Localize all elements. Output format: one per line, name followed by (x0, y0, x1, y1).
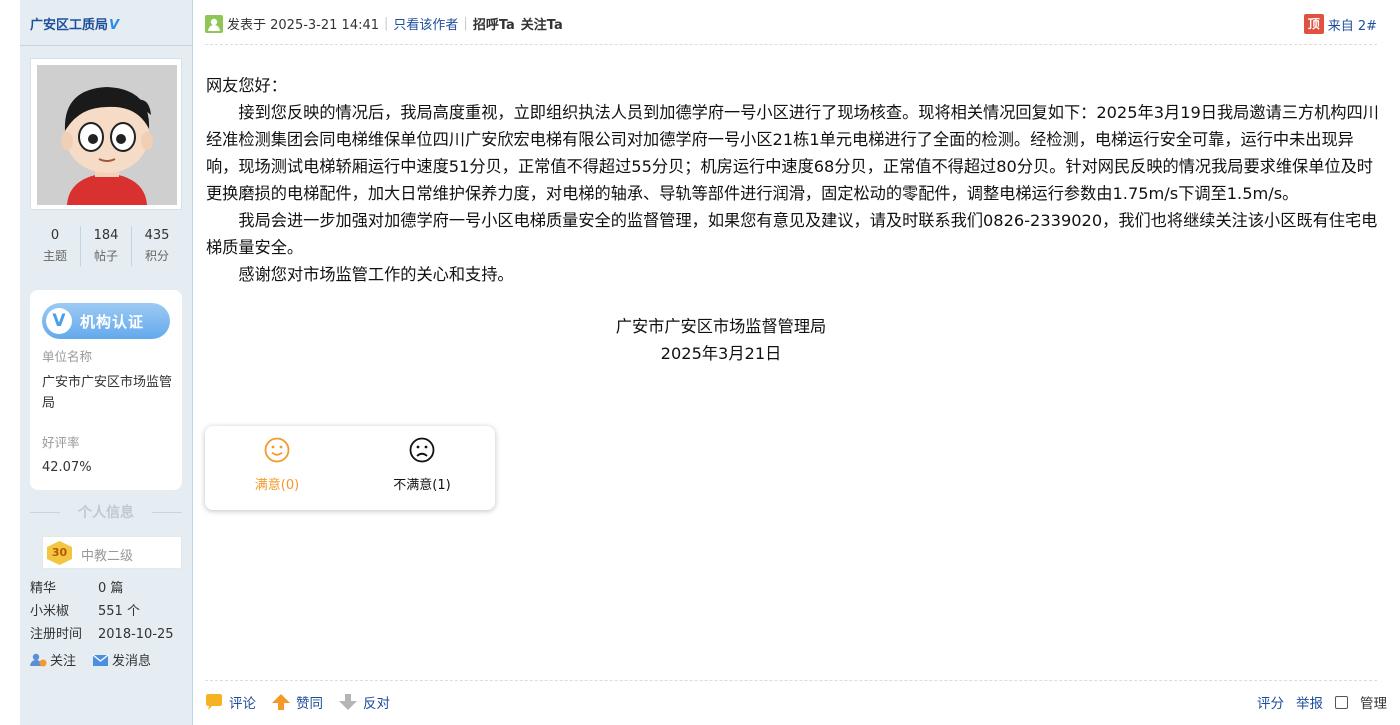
avatar[interactable] (37, 65, 177, 205)
info-key: 小米椒 (30, 604, 70, 619)
smile-icon (264, 437, 290, 463)
author-name[interactable]: 广安区工质局V (30, 14, 119, 33)
author-sidebar: 广安区工质局V 0 主题 184 帖子 435 积分 V 机构认证 单位名称 广… (20, 0, 193, 725)
downvote-button[interactable]: 反对 (339, 692, 390, 712)
floor-number[interactable]: 来自 2# (1328, 15, 1377, 34)
post-actions: 评论 赞同 反对 (205, 692, 390, 712)
stat-points[interactable]: 435 积分 (131, 226, 182, 266)
message-label: 发消息 (112, 654, 152, 669)
rating-value: 42.07% (42, 460, 92, 475)
certification-card: V 机构认证 单位名称 广安市广安区市场监管局 好评率 42.07% (30, 290, 182, 490)
separator: | (463, 16, 468, 31)
divider (205, 44, 1377, 45)
dissatisfied-button[interactable]: 不满意(1) (362, 436, 482, 493)
rating-label: 好评率 (42, 435, 80, 450)
post-content: 网友您好： 接到您反映的情况后，我局高度重视，立即组织执法人员到加德学府一号小区… (206, 72, 1386, 367)
personal-info-heading: 个人信息 (30, 502, 182, 522)
stat-label: 积分 (144, 249, 169, 263)
rate-link[interactable]: 评分 (1257, 692, 1284, 712)
info-value: 551 个 (98, 604, 140, 619)
signature-date: 2025年3月21日 (660, 344, 782, 363)
satisfaction-rating: 满意(0) 不满意(1) (205, 426, 495, 510)
avatar-cartoon-icon (37, 65, 177, 205)
separator: | (384, 16, 389, 31)
org-certified-badge: V 机构认证 (42, 303, 170, 339)
reply-paragraph-2: 我局会进一步加强对加德学府一号小区电梯质量安全的监督管理，如果您有意见及建议，请… (206, 211, 1378, 257)
downvote-label: 反对 (363, 696, 390, 712)
reply-paragraph-3: 感谢您对市场监管工作的关心和支持。 (238, 265, 514, 284)
only-author-link[interactable]: 只看该作者 (393, 14, 458, 33)
manage-label: 管理 (1360, 696, 1387, 712)
info-value: 2018-10-25 (98, 627, 174, 642)
divider (205, 680, 1377, 681)
verified-icon: V (109, 18, 120, 33)
author-actions: 关注 发消息 (30, 650, 151, 669)
post-tools: 评分 举报 管理 (1257, 692, 1387, 712)
follow-label: 关注 (50, 654, 77, 669)
avatar-frame[interactable] (30, 58, 182, 210)
stat-label: 主题 (42, 249, 67, 263)
report-link[interactable]: 举报 (1296, 692, 1323, 712)
post-main: 发表于 2025-3-21 14:41 | 只看该作者 | 招呼Ta 关注Ta … (193, 0, 1387, 725)
dissatisfied-label: 不满意(1) (393, 478, 451, 493)
level-name: 中教二级 (81, 549, 134, 564)
signature-org: 广安市广安区市场监督管理局 (615, 317, 827, 336)
satisfied-button[interactable]: 满意(0) (217, 436, 337, 493)
frown-icon (409, 437, 435, 463)
comment-icon (206, 694, 222, 710)
stat-value: 435 (144, 228, 170, 243)
info-key: 精华 (30, 581, 57, 596)
info-row-digest: 精华 0 篇 (30, 577, 123, 596)
arrow-up-icon (272, 694, 290, 710)
follow-users-icon (30, 653, 47, 666)
follow-button[interactable]: 关注 (30, 650, 76, 669)
author-name-text[interactable]: 广安区工质局 (30, 18, 108, 33)
upvote-button[interactable]: 赞同 (272, 692, 323, 712)
info-row-pepper: 小米椒 551 个 (30, 600, 140, 619)
stat-value: 0 (50, 228, 60, 243)
floor-indicator[interactable]: 顶 来自 2# (1303, 14, 1377, 34)
reply-paragraph-1: 接到您反映的情况后，我局高度重视，立即组织执法人员到加德学府一号小区进行了现场核… (206, 103, 1379, 203)
manage-checkbox[interactable] (1335, 695, 1348, 709)
divider (20, 45, 192, 46)
send-message-button[interactable]: 发消息 (92, 650, 151, 669)
verified-v-icon: V (46, 308, 72, 334)
user-level[interactable]: 30 中教二级 (42, 536, 182, 569)
org-name-label: 单位名称 (42, 349, 93, 364)
info-row-registered: 注册时间 2018-10-25 (30, 623, 174, 642)
top-tag-icon[interactable]: 顶 (1303, 14, 1324, 34)
stat-label: 帖子 (93, 249, 118, 263)
upvote-label: 赞同 (296, 696, 323, 712)
post-time: 发表于 2025-3-21 14:41 (227, 18, 380, 33)
online-user-icon (205, 14, 223, 33)
stat-topics[interactable]: 0 主题 (30, 226, 80, 266)
stat-value: 184 (93, 228, 119, 243)
info-value: 0 篇 (98, 581, 124, 596)
envelope-icon (92, 653, 109, 666)
info-key: 注册时间 (30, 627, 83, 642)
level-badge-icon: 30 (47, 541, 72, 565)
org-name-value: 广安市广安区市场监管局 (42, 375, 173, 411)
cert-badge-text: 机构认证 (80, 313, 145, 331)
arrow-down-icon (339, 694, 357, 710)
stat-posts[interactable]: 184 帖子 (80, 226, 131, 266)
author-stats: 0 主题 184 帖子 435 积分 (30, 226, 182, 266)
satisfied-label: 满意(0) (254, 478, 300, 493)
comment-label: 评论 (229, 696, 256, 712)
greeting-text: 网友您好： (206, 76, 287, 95)
comment-button[interactable]: 评论 (205, 692, 256, 712)
greet-link[interactable]: 招呼Ta (473, 14, 515, 33)
post-header: 发表于 2025-3-21 14:41 | 只看该作者 | 招呼Ta 关注Ta (205, 14, 563, 33)
follow-ta-link[interactable]: 关注Ta (521, 14, 563, 33)
